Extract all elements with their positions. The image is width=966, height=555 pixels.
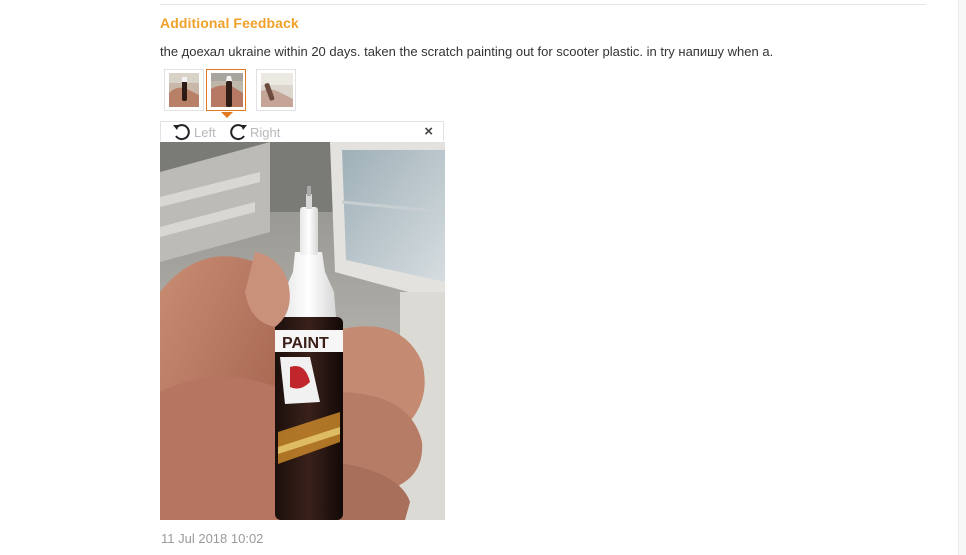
rotate-right-button[interactable]: Right — [227, 122, 280, 142]
thumbnail-1[interactable] — [164, 69, 204, 111]
rotate-right-icon — [230, 124, 247, 141]
review-page: Additional Feedback the доехал ukraine w… — [0, 0, 966, 555]
selected-thumbnail-caret — [221, 112, 233, 118]
paint-label: PAINT — [282, 335, 329, 352]
thumbnail-3[interactable] — [256, 69, 296, 111]
divider — [160, 4, 926, 5]
scrollbar[interactable] — [958, 0, 966, 555]
image-viewer: Left Right × PAINT — [160, 121, 445, 520]
rotate-left-label: Left — [194, 124, 216, 140]
thumbnail-2[interactable] — [206, 69, 246, 111]
rotate-left-button[interactable]: Left — [171, 122, 216, 142]
feedback-title: Additional Feedback — [160, 15, 299, 31]
rotate-right-label: Right — [250, 124, 281, 140]
feedback-text: the доехал ukraine within 20 days. taken… — [160, 44, 774, 59]
feedback-date: 11 Jul 2018 10:02 — [161, 531, 264, 546]
close-viewer-button[interactable]: × — [424, 123, 433, 141]
rotate-left-icon — [173, 124, 190, 141]
review-photo: PAINT — [160, 142, 445, 520]
viewer-toolbar: Left Right × — [160, 121, 444, 141]
